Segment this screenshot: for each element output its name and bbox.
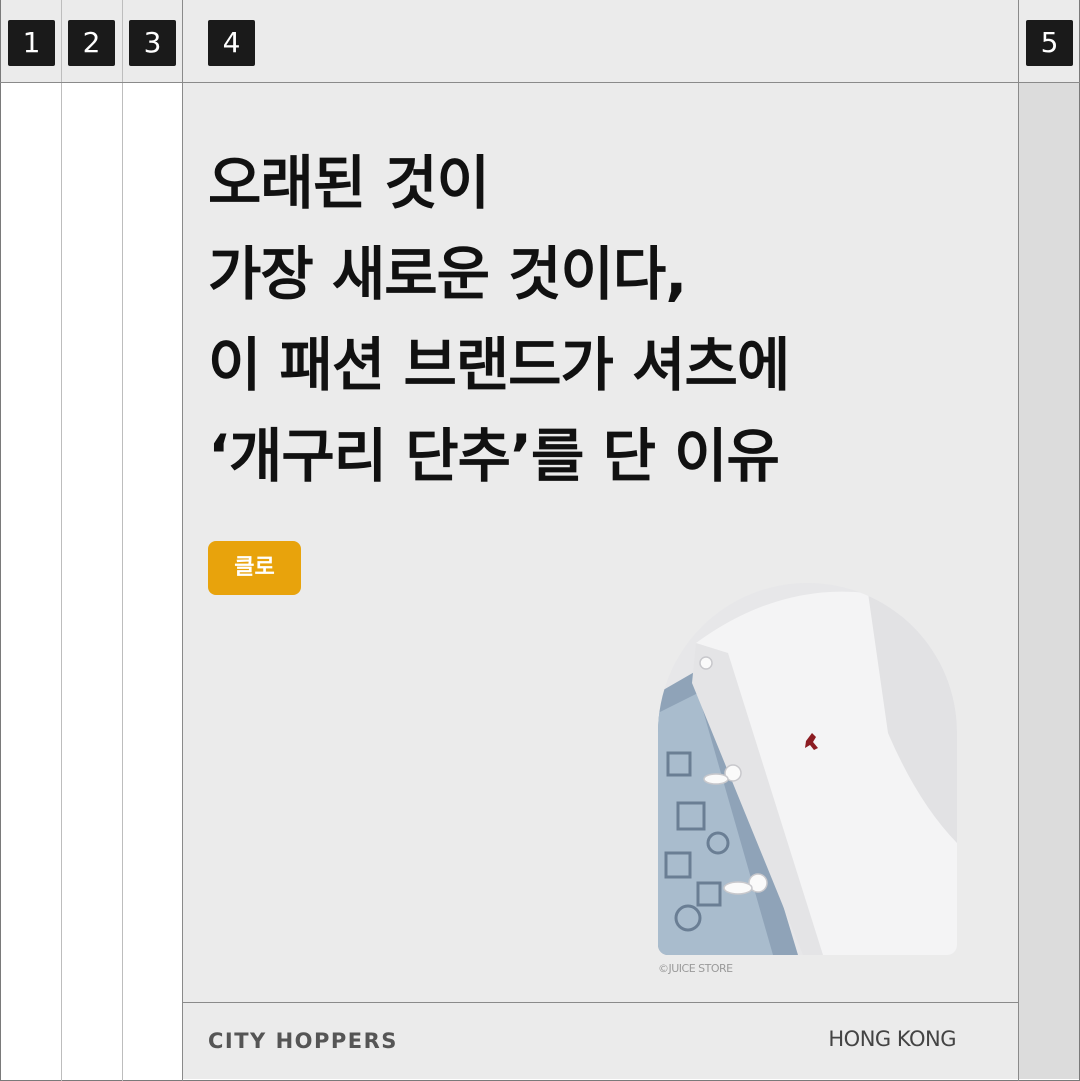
side-panel xyxy=(1019,83,1079,1079)
headline-line-4: ‘개구리 단추’를 단 이유 xyxy=(208,422,780,490)
photo-credit: ©JUICE STORE xyxy=(658,962,733,975)
headline-line-3: 이 패션 브랜드가 셔츠에 xyxy=(208,331,790,399)
column-divider xyxy=(122,0,123,1081)
tab-3[interactable]: 3 xyxy=(129,20,176,66)
tab-1[interactable]: 1 xyxy=(8,20,55,66)
location-label: HONG KONG xyxy=(828,1027,956,1051)
headline-line-1: 오래된 것이 xyxy=(208,149,490,217)
footer-divider xyxy=(183,1002,1019,1003)
headline-line-2: 가장 새로운 것이다, xyxy=(208,240,687,308)
category-tag[interactable]: 클로 xyxy=(208,541,301,595)
headline: 오래된 것이 가장 새로운 것이다, 이 패션 브랜드가 셔츠에 ‘개구리 단추… xyxy=(208,138,790,502)
brand-logo: CITY HOPPERS xyxy=(208,1029,398,1053)
tab-2[interactable]: 2 xyxy=(68,20,115,66)
column-divider xyxy=(61,0,62,1081)
tab-5[interactable]: 5 xyxy=(1026,20,1073,66)
shirt-illustration xyxy=(658,583,957,955)
tab-strip-main xyxy=(183,0,1019,82)
tab-4[interactable]: 4 xyxy=(208,20,255,66)
shirt-photo xyxy=(658,583,957,955)
